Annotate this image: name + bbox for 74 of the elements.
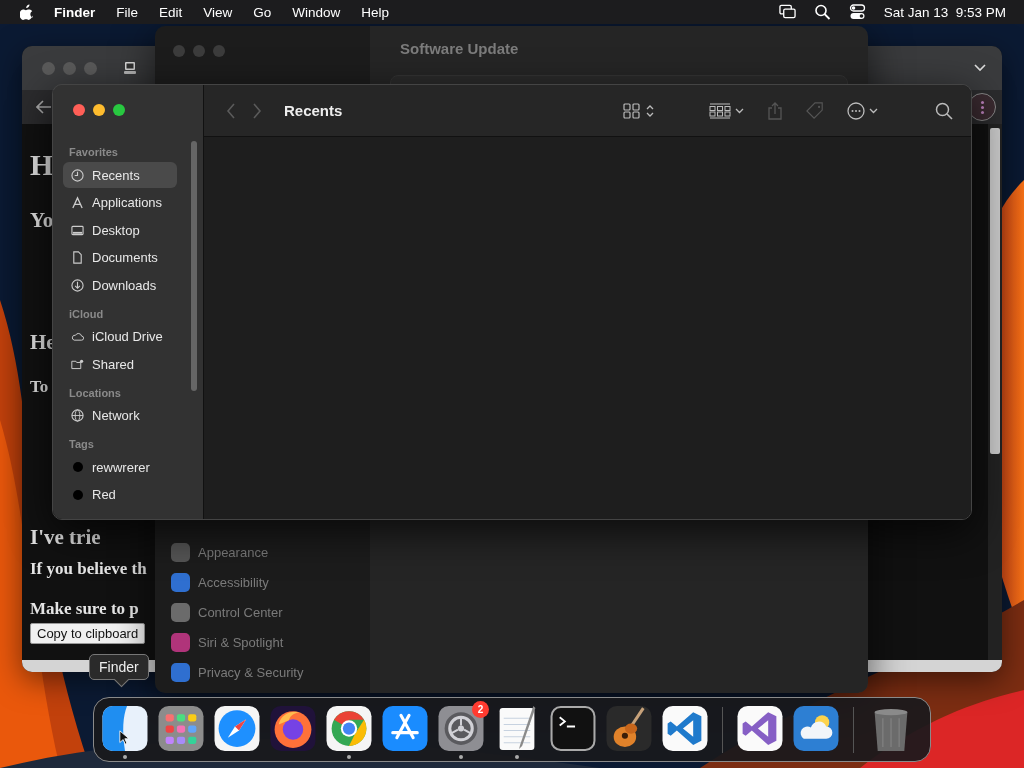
document-icon [71, 251, 84, 264]
close-button[interactable] [73, 104, 85, 116]
download-icon [71, 278, 84, 292]
sidebar-item[interactable]: Network [63, 402, 177, 429]
search-icon[interactable] [813, 4, 831, 20]
copy-button[interactable]: Copy to clipboard [30, 623, 146, 644]
shared-folder-icon [71, 357, 84, 371]
computer-icon [123, 61, 137, 75]
clock-icon [71, 168, 84, 182]
menu-item[interactable]: View [203, 4, 233, 20]
notification-badge: 2 [472, 700, 489, 718]
sidebar-item[interactable]: Desktop [63, 217, 177, 243]
control-center-icon[interactable] [848, 4, 866, 20]
more-options-icon[interactable] [847, 101, 879, 120]
settings-sidebar-item[interactable]: Accessibility [171, 567, 304, 597]
menu-item[interactable]: Finder [54, 4, 96, 20]
window-title: Recents [284, 102, 343, 119]
app-icon[interactable] [548, 703, 598, 753]
app-icon[interactable] [660, 703, 710, 753]
page-text: If you believe th [30, 558, 147, 580]
menu-item[interactable]: Edit [159, 4, 183, 20]
back-arrow-icon[interactable] [36, 100, 52, 114]
apple-logo-icon[interactable] [20, 4, 34, 20]
app-icon[interactable] [212, 703, 262, 753]
minimize-button[interactable] [93, 104, 105, 116]
sidebar-item[interactable]: Red [63, 481, 177, 508]
sidebar-item[interactable]: rewwrerer [63, 454, 177, 480]
sidebar-heading: iCloud [68, 307, 105, 320]
menu-item[interactable]: Window [292, 4, 341, 20]
menu-item[interactable]: Help [361, 4, 390, 20]
sidebar-item[interactable]: Documents [63, 244, 177, 271]
sidebar-heading: Tags [68, 438, 95, 450]
cloud-icon [71, 330, 84, 343]
app-icon[interactable] [156, 703, 206, 753]
page-text: Yo [30, 207, 54, 234]
desktop-icon [71, 223, 84, 237]
app-icon[interactable] [436, 703, 486, 753]
scrollbar[interactable] [191, 141, 197, 391]
page-text: I've trie [30, 524, 101, 551]
sidebar-heading: Favorites [68, 146, 119, 158]
sidebar-item[interactable]: Applications [63, 189, 177, 216]
sidebar-item[interactable]: Recents [63, 162, 177, 188]
applications-icon [71, 196, 84, 209]
search-icon[interactable] [935, 101, 953, 120]
menu-bar-clock[interactable]: Sat Jan 13 9:53 PM [883, 4, 1006, 20]
sidebar-item[interactable]: iCloud Drive [63, 323, 177, 350]
settings-sidebar-item[interactable]: Control Center [171, 597, 304, 627]
app-icon[interactable] [100, 703, 150, 753]
sidebar-heading: Locations [68, 386, 122, 399]
app-icon[interactable] [735, 703, 785, 753]
settings-sidebar-item[interactable]: Siri & Spotlight [171, 627, 304, 657]
window-title: Software Update [400, 40, 520, 57]
scrollbar-thumb[interactable] [990, 128, 1000, 454]
zoom-button[interactable] [113, 104, 125, 116]
settings-sidebar-item[interactable]: Privacy & Security [171, 657, 304, 687]
page-text: To [30, 376, 49, 398]
mouse-cursor-icon [119, 730, 129, 745]
app-icon[interactable] [268, 703, 318, 753]
page-text: H [30, 147, 54, 183]
sidebar-item[interactable]: Downloads [63, 272, 177, 298]
app-icon[interactable] [380, 703, 430, 753]
globe-icon [71, 409, 84, 422]
menu-item[interactable]: Go [253, 4, 272, 20]
app-icon[interactable] [791, 703, 841, 753]
chevron-down-icon[interactable] [974, 64, 986, 72]
group-icon[interactable] [709, 101, 745, 120]
icon-view-icon[interactable] [623, 101, 655, 120]
app-icon[interactable] [604, 703, 654, 753]
page-text: Make sure to p [30, 598, 139, 620]
scrollbar[interactable] [988, 124, 1002, 660]
app-icon[interactable] [324, 703, 374, 753]
menu-item[interactable]: File [116, 4, 139, 20]
sidebar-item[interactable]: Shared [63, 351, 177, 377]
screen-mirroring-icon[interactable] [778, 4, 796, 20]
